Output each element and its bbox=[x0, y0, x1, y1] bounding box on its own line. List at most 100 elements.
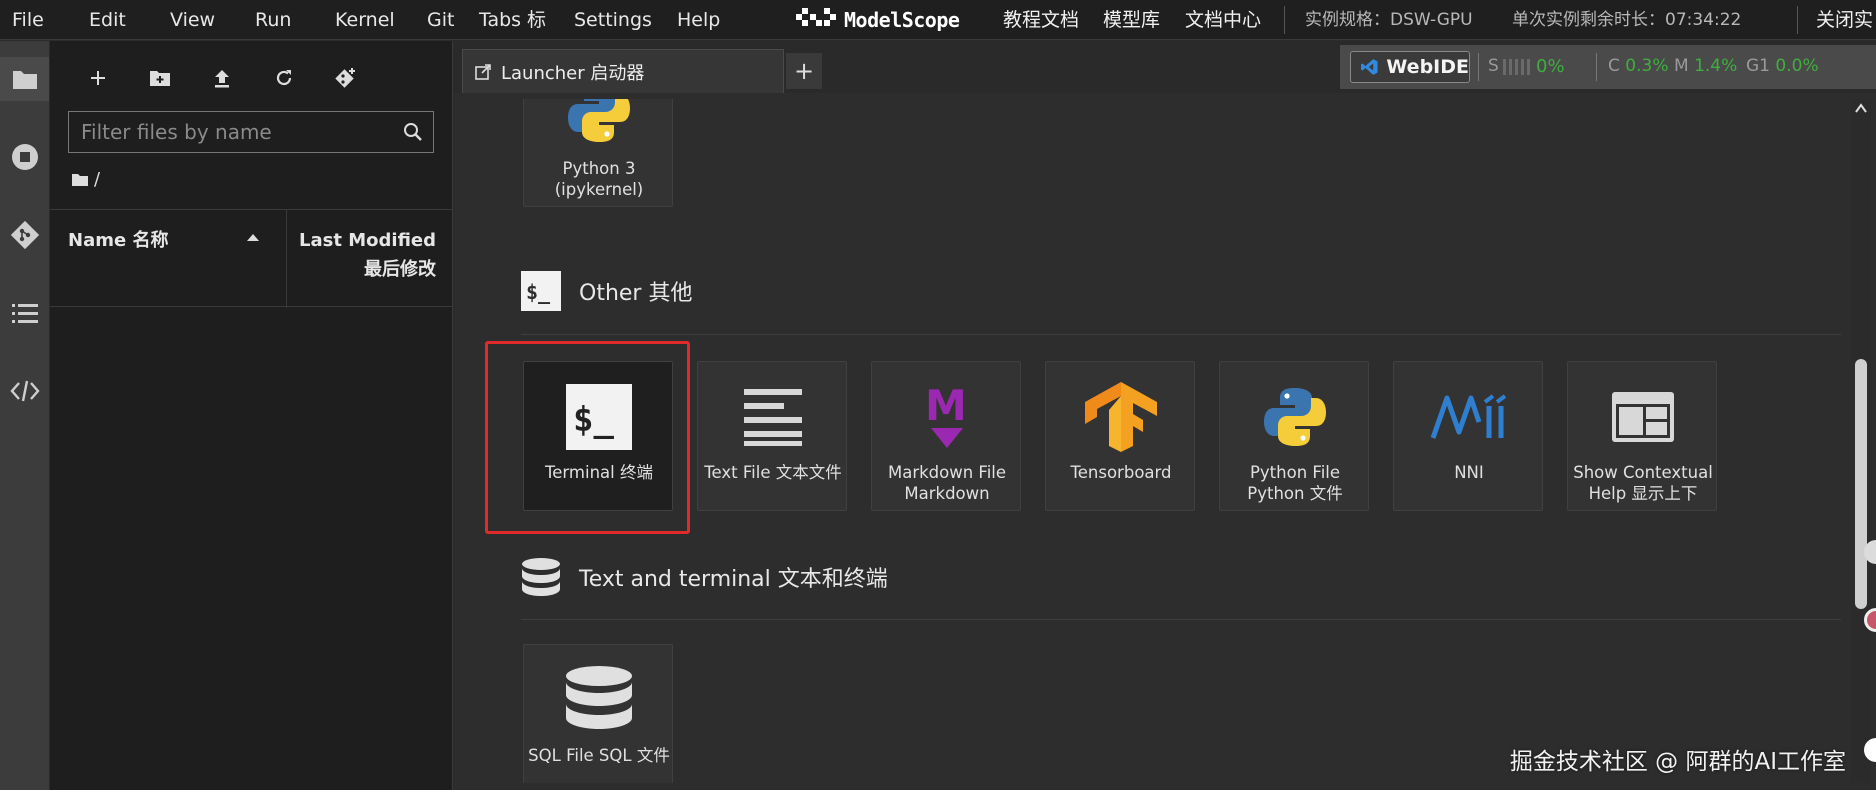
instance-spec: 实例规格：DSW-GPU bbox=[1305, 10, 1473, 30]
menu-help[interactable]: Help bbox=[677, 0, 720, 40]
file-browser-panel: / Name 名称 Last Modified 最后修改 bbox=[50, 41, 453, 790]
launcher-panel: Python 3 (ipykernel) $_ Other 其他 $_ Term… bbox=[464, 99, 1849, 783]
menu-git[interactable]: Git bbox=[427, 0, 454, 40]
launcher-card-tensorboard[interactable]: Tensorboard bbox=[1045, 361, 1195, 511]
divider bbox=[1596, 53, 1597, 81]
search-icon bbox=[404, 123, 422, 141]
launcher-card-python-file[interactable]: Python File Python 文件 bbox=[1219, 361, 1369, 511]
gpu-value: 0.0% bbox=[1775, 56, 1819, 76]
refresh-icon bbox=[276, 70, 292, 86]
menu-tabs[interactable]: Tabs bbox=[479, 0, 521, 40]
cpu-value: 0.3% bbox=[1625, 56, 1669, 76]
plus-icon bbox=[91, 71, 105, 85]
add-tab-button[interactable]: + bbox=[786, 53, 822, 89]
activity-bar bbox=[0, 41, 49, 790]
breadcrumb[interactable]: / bbox=[72, 169, 100, 190]
close-instance-button[interactable]: 关闭实 bbox=[1816, 0, 1873, 40]
terminal-section-icon: $_ bbox=[521, 271, 561, 311]
storage-value: 0% bbox=[1536, 56, 1565, 77]
menu-tabs-cn[interactable]: 标 bbox=[527, 0, 546, 40]
launcher-card-markdown-file[interactable]: M Markdown File Markdown bbox=[871, 361, 1021, 511]
svg-text:$_: $_ bbox=[526, 280, 551, 304]
webide-label: WebIDE bbox=[1386, 56, 1469, 78]
section-other: $_ Other 其他 bbox=[521, 271, 692, 311]
menu-kernel[interactable]: Kernel bbox=[335, 0, 395, 40]
link-tutorial-docs[interactable]: 教程文档 bbox=[1003, 0, 1079, 40]
link-model-library[interactable]: 模型库 bbox=[1103, 0, 1160, 40]
divider bbox=[1478, 53, 1479, 81]
launcher-card-contextual-help[interactable]: Show Contextual Help 显示上下 bbox=[1567, 361, 1717, 511]
section-other-title: Other 其他 bbox=[579, 281, 693, 306]
modelscope-icon bbox=[796, 8, 836, 26]
git-tab[interactable] bbox=[0, 213, 49, 257]
git-clone-button[interactable] bbox=[329, 61, 363, 95]
file-filter-input[interactable] bbox=[69, 112, 379, 152]
breadcrumb-root[interactable]: / bbox=[94, 169, 100, 190]
divider bbox=[1797, 6, 1798, 34]
card-label: Tensorboard bbox=[1070, 463, 1172, 482]
section-divider bbox=[521, 619, 1841, 620]
table-of-contents-tab[interactable] bbox=[0, 291, 49, 335]
menu-settings[interactable]: Settings bbox=[574, 0, 652, 40]
menu-file[interactable]: File bbox=[12, 0, 44, 40]
menu-bar: File Edit View Run Kernel Git Tabs 标 Set… bbox=[0, 0, 1876, 40]
launcher-card-python3-notebook[interactable]: Python 3 (ipykernel) bbox=[523, 99, 673, 207]
new-folder-button[interactable] bbox=[143, 61, 177, 95]
column-name[interactable]: Name 名称 bbox=[68, 226, 168, 252]
upload-icon bbox=[215, 70, 229, 88]
menu-run[interactable]: Run bbox=[255, 0, 291, 40]
launcher-card-nni[interactable]: NNI bbox=[1393, 361, 1543, 511]
card-label: Python 3 (ipykernel) bbox=[554, 159, 644, 199]
webide-button[interactable]: WebIDE bbox=[1350, 51, 1470, 83]
launch-icon bbox=[475, 63, 491, 80]
scroll-up-icon[interactable] bbox=[1855, 103, 1867, 113]
nni-icon bbox=[1394, 376, 1544, 458]
section-text-terminal-title: Text and terminal 文本和终端 bbox=[579, 567, 888, 592]
running-sessions-tab[interactable] bbox=[0, 135, 49, 179]
file-browser-tab[interactable] bbox=[0, 57, 49, 101]
folder-icon bbox=[72, 174, 88, 186]
new-launcher-button[interactable] bbox=[81, 61, 115, 95]
markdown-icon: M bbox=[872, 376, 1022, 458]
cpu-label: C bbox=[1608, 56, 1620, 76]
sort-ascending-icon[interactable] bbox=[246, 232, 260, 242]
card-label: SQL File SQL 文件 bbox=[528, 746, 670, 765]
scroll-thumb[interactable] bbox=[1855, 359, 1867, 609]
launcher-scrollbar[interactable] bbox=[1851, 99, 1871, 783]
memory-label: M bbox=[1674, 56, 1689, 76]
vscode-icon bbox=[1361, 59, 1378, 75]
resource-status-panel: WebIDE S 0% C 0.3% M 1.4% G1 0.0% bbox=[1340, 45, 1876, 89]
tab-launcher-label: Launcher 启动器 bbox=[501, 62, 645, 84]
git-clone-icon bbox=[335, 68, 355, 88]
divider bbox=[1284, 6, 1285, 34]
gpu-label: G1 bbox=[1746, 56, 1770, 76]
storage-label: S bbox=[1488, 56, 1499, 76]
section-text-and-terminal: Text and terminal 文本和终端 bbox=[521, 557, 888, 597]
modelscope-logo[interactable]: ModelScope bbox=[796, 0, 960, 40]
card-label: Show Contextual Help 显示上下 bbox=[1573, 463, 1713, 503]
database-section-icon bbox=[522, 558, 560, 596]
link-doc-center[interactable]: 文档中心 bbox=[1185, 0, 1261, 40]
card-label: Text File 文本文件 bbox=[704, 463, 842, 482]
main-area: Launcher 启动器 + WebIDE S 0% C 0.3% M 1.4%… bbox=[454, 41, 1876, 790]
git-icon bbox=[10, 220, 39, 250]
column-divider[interactable] bbox=[286, 210, 287, 308]
stop-circle-icon bbox=[11, 144, 38, 170]
section-divider bbox=[521, 334, 1841, 335]
code-icon bbox=[9, 380, 40, 402]
refresh-button[interactable] bbox=[267, 61, 301, 95]
menu-edit[interactable]: Edit bbox=[89, 0, 126, 40]
tensorflow-icon bbox=[1046, 376, 1196, 458]
column-last-modified[interactable]: Last Modified 最后修改 bbox=[296, 226, 436, 284]
tab-launcher[interactable]: Launcher 启动器 bbox=[462, 49, 784, 93]
code-snippets-tab[interactable] bbox=[0, 369, 49, 413]
file-filter-box bbox=[68, 111, 434, 153]
card-label: Python File Python 文件 bbox=[1247, 463, 1343, 503]
instance-time-left: 单次实例剩余时长：07:34:22 bbox=[1512, 10, 1742, 30]
launcher-card-text-file[interactable]: Text File 文本文件 bbox=[697, 361, 847, 511]
upload-button[interactable] bbox=[205, 61, 239, 95]
launcher-card-sql-file[interactable]: SQL File SQL 文件 bbox=[523, 644, 673, 783]
new-folder-icon bbox=[150, 71, 170, 86]
menu-view[interactable]: View bbox=[170, 0, 215, 40]
card-label: NNI bbox=[1454, 463, 1484, 482]
